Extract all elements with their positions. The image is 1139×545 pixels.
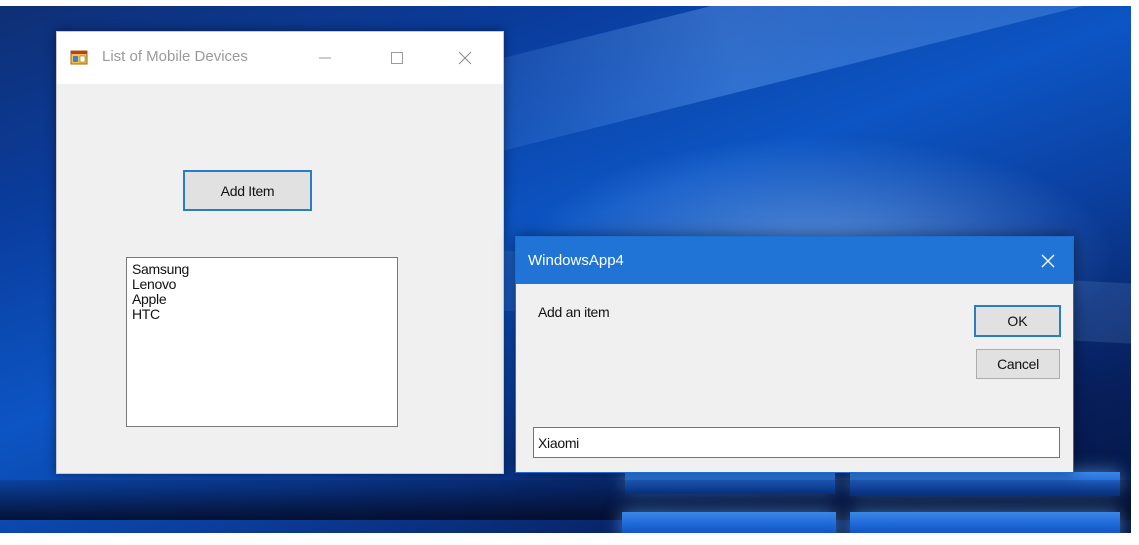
form-app-icon[interactable] xyxy=(70,48,88,66)
add-item-button[interactable]: Add Item xyxy=(183,170,312,211)
dialog-titlebar[interactable]: WindowsApp4 xyxy=(516,237,1073,284)
maximize-icon[interactable] xyxy=(377,40,417,76)
minimize-icon[interactable] xyxy=(305,40,345,76)
input-dialog: WindowsApp4 Add an item OK Cancel xyxy=(515,236,1074,473)
window-title: List of Mobile Devices xyxy=(102,48,248,65)
list-item[interactable]: Apple xyxy=(132,292,392,307)
image-border xyxy=(0,533,1139,545)
list-item[interactable]: Samsung xyxy=(132,262,392,277)
main-form-window: List of Mobile Devices Add Item Samsung … xyxy=(56,31,504,474)
item-input[interactable] xyxy=(533,427,1060,458)
main-titlebar[interactable]: List of Mobile Devices xyxy=(57,32,503,84)
devices-listbox[interactable]: Samsung Lenovo Apple HTC xyxy=(126,257,398,427)
list-item[interactable]: HTC xyxy=(132,307,392,322)
close-icon[interactable] xyxy=(445,40,485,76)
image-border xyxy=(0,0,1139,6)
close-icon[interactable] xyxy=(1031,246,1065,276)
dialog-title: WindowsApp4 xyxy=(528,252,624,269)
prompt-label: Add an item xyxy=(538,304,610,320)
list-item[interactable]: Lenovo xyxy=(132,277,392,292)
ok-button[interactable]: OK xyxy=(974,305,1061,337)
cancel-button[interactable]: Cancel xyxy=(976,349,1060,379)
image-border xyxy=(1131,0,1139,545)
